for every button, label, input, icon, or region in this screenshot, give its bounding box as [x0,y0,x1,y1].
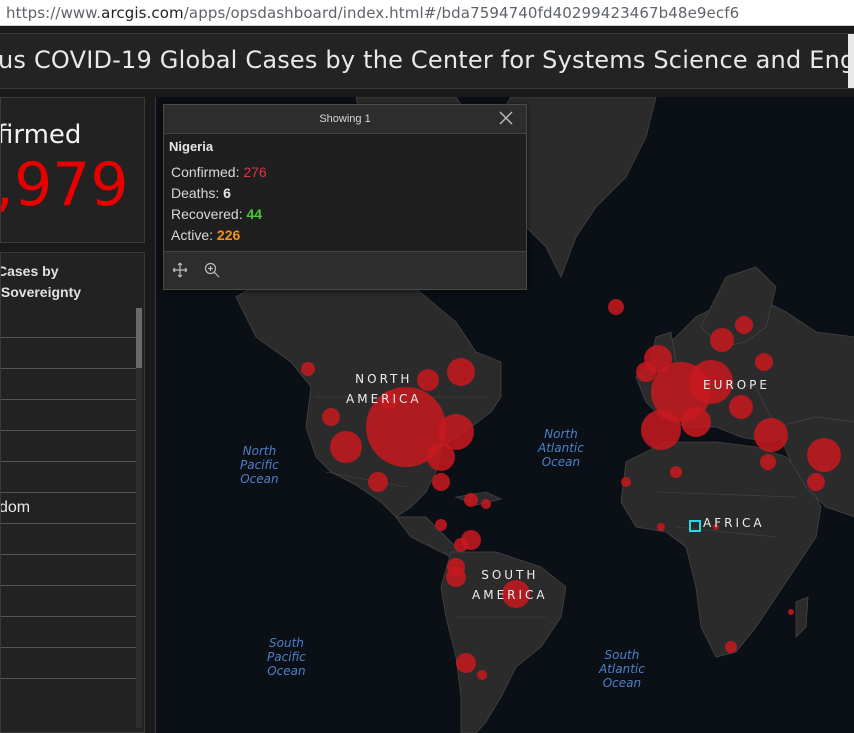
popup-deaths: Deaths: 6 [171,185,231,201]
dashboard-header: us COVID-19 Global Cases by the Center f… [0,33,854,89]
case-bubble [447,358,475,386]
case-bubble [710,328,734,352]
country-list-header-line2: /Sovereignty [0,284,82,300]
scrollbar-thumb[interactable] [136,308,142,368]
label-south-atlantic-ocean: South Atlantic Ocean [599,648,645,690]
case-bubble [477,670,487,680]
popup-recovered-value: 44 [246,206,263,222]
case-bubble [807,473,825,491]
list-item[interactable] [1,399,138,430]
list-item[interactable]: dom [1,492,138,523]
list-item[interactable] [1,616,138,647]
case-bubble [608,299,624,315]
case-bubble [657,523,665,531]
total-confirmed-label: firmed [0,120,82,150]
total-confirmed-panel: firmed ,979 [0,97,145,243]
popup-actions [164,251,526,289]
popup-country-name: Nigeria [169,139,214,154]
land-central-america [395,516,462,558]
popup-deaths-value: 6 [223,185,231,201]
popup-confirmed: Confirmed: 276 [171,164,267,180]
popup-confirmed-value: 276 [243,164,267,180]
header-edge [848,34,854,88]
url-text[interactable]: https://www.arcgis.com/apps/opsdashboard… [6,4,739,22]
browser-address-bar[interactable]: https://www.arcgis.com/apps/opsdashboard… [0,0,854,26]
total-confirmed-value: ,979 [0,150,129,220]
case-bubble [754,418,788,452]
list-item[interactable] [1,554,138,585]
case-bubble [464,493,478,507]
case-bubble [435,519,447,531]
popup-recovered: Recovered: 44 [171,206,263,222]
case-bubble [760,454,776,470]
case-bubble [807,438,841,472]
list-item[interactable] [1,523,138,554]
popup-header: Showing 1 [164,105,526,134]
popup-content: Nigeria Confirmed: 276 Deaths: 6 Recover… [164,134,526,251]
popup-active: Active: 226 [171,227,241,243]
label-north-atlantic-ocean: North Atlantic Ocean [538,427,584,469]
case-bubble [735,316,753,334]
zoom-in-icon[interactable] [204,262,220,278]
case-bubble [725,641,737,653]
label-africa: AFRICA [703,516,765,530]
case-bubble [427,443,455,471]
case-bubble [636,362,656,382]
label-south-pacific-ocean: South Pacific Ocean [267,636,306,678]
land-cuba [454,491,503,506]
label-europe: EUROPE [703,378,770,392]
list-item[interactable] [1,337,138,368]
case-bubble [446,567,466,587]
country-list: dom [1,337,138,709]
list-item[interactable] [1,430,138,461]
list-item[interactable] [1,368,138,399]
pan-icon[interactable] [172,262,188,278]
case-bubble [621,477,631,487]
case-bubble [788,609,794,615]
case-bubble [481,499,491,509]
case-bubble [432,473,450,491]
label-south-america: SOUTH AMERICA [472,568,548,602]
popup-showing-count: Showing 1 [319,113,371,125]
land-africa [620,441,822,658]
case-bubble [461,530,481,550]
case-bubble [456,653,476,673]
case-bubble [330,431,362,463]
country-list-scrollbar[interactable] [136,308,142,728]
country-list-panel: Cases by /Sovereignty dom [0,252,145,733]
case-bubble [641,410,681,450]
case-bubble [368,472,388,492]
case-bubble [681,407,711,437]
country-list-header-line1: Cases by [0,263,59,279]
case-bubble [301,362,315,376]
country-list-header: Cases by /Sovereignty [0,261,82,303]
list-item[interactable] [1,461,138,492]
case-bubble [755,353,773,371]
label-north-america: NORTH AMERICA [346,372,422,406]
case-bubble [670,466,682,478]
close-icon[interactable] [498,110,514,126]
land-madagascar [795,596,809,638]
case-bubble [322,408,340,426]
dashboard-title: us COVID-19 Global Cases by the Center f… [0,46,854,74]
list-item[interactable] [1,678,138,709]
list-item[interactable] [1,647,138,678]
list-item[interactable] [1,585,138,616]
popup-active-value: 226 [216,227,241,243]
country-popup: Showing 1 Nigeria Confirmed: 276 Deaths:… [163,104,527,290]
case-bubble [729,395,753,419]
label-north-pacific-ocean: North Pacific Ocean [240,444,279,486]
